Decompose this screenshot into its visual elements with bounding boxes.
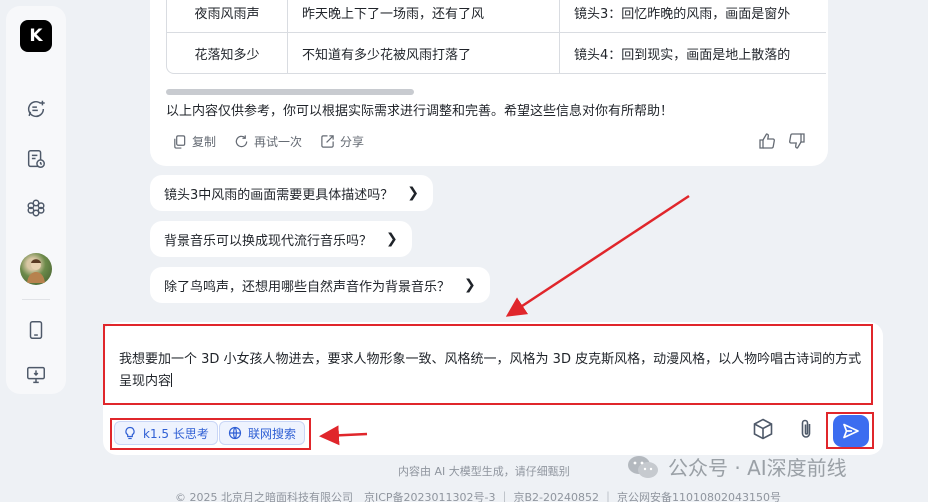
sidebar-divider [22, 299, 50, 300]
annotation-frame-input [103, 324, 873, 405]
annotation-frame-toggles [110, 418, 311, 450]
suggestion-item[interactable]: 背景音乐可以换成现代流行音乐吗？ ❯ [150, 221, 412, 257]
avatar[interactable] [20, 253, 52, 285]
table-cell: 不知道有多少花被风雨打落了 [288, 33, 560, 74]
annotation-frame-send [826, 412, 874, 449]
retry-label: 再试一次 [254, 135, 303, 149]
feedback-buttons [758, 132, 806, 150]
suggestion-item[interactable]: 镜头3中风雨的画面需要更具体描述吗？ ❯ [150, 175, 434, 211]
chevron-right-icon: ❯ [464, 277, 476, 293]
kimi-logo[interactable]: K [20, 20, 52, 52]
refresh-icon [235, 135, 248, 148]
assistant-response-card: 夜雨风雨声 昨天晚上下了一场雨，还有了风 镜头3：回忆昨晚的风雨，画面是窗外 花… [150, 0, 828, 166]
retry-button[interactable]: 再试一次 [234, 133, 302, 150]
storyboard-table: 夜雨风雨声 昨天晚上下了一场雨，还有了风 镜头3：回忆昨晚的风雨，画面是窗外 花… [166, 0, 826, 74]
share-label: 分享 [340, 135, 365, 149]
suggestion-text: 镜头3中风雨的画面需要更具体描述吗？ [164, 187, 394, 203]
table-row: 夜雨风雨声 昨天晚上下了一场雨，还有了风 镜头3：回忆昨晚的风雨，画面是窗外 [166, 0, 826, 33]
chevron-right-icon: ❯ [407, 185, 420, 201]
copy-button[interactable]: 复制 [172, 133, 216, 150]
table-cell: 镜头3：回忆昨晚的风雨，画面是窗外 [560, 0, 826, 33]
copyright-notice: © 2025 北京月之暗面科技有限公司 京ICP备2023011302号-3 ｜… [175, 491, 781, 502]
history-icon[interactable] [24, 147, 48, 171]
share-icon [321, 135, 334, 148]
ai-disclaimer: 内容由 AI 大模型生成，请仔细甄别 [398, 465, 570, 478]
thumbs-down-icon[interactable] [788, 132, 806, 150]
wechat-icon [628, 455, 658, 478]
attachment-icon[interactable] [793, 416, 819, 442]
share-button[interactable]: 分享 [320, 133, 364, 150]
wechat-watermark: 公众号 · AI深度前线 [626, 452, 847, 481]
copy-icon [174, 135, 186, 149]
watermark-text: 公众号 · AI深度前线 [668, 456, 847, 480]
thumbs-up-icon[interactable] [758, 132, 776, 150]
desktop-icon[interactable] [24, 363, 48, 387]
table-cell: 夜雨风雨声 [166, 0, 288, 33]
copy-label: 复制 [192, 135, 217, 149]
explore-icon[interactable] [24, 196, 48, 220]
response-closing-note: 以上内容仅供参考，你可以根据实际需求进行调整和完善。希望这些信息对你有所帮助！ [166, 104, 674, 119]
cube-icon[interactable] [750, 416, 776, 442]
table-cell: 镜头4：回到现实，画面是地上散落的 [560, 33, 826, 74]
table-cell: 花落知多少 [166, 33, 288, 74]
table-horizontal-scrollbar[interactable] [166, 89, 414, 95]
suggestion-text: 除了鸟鸣声，还想用哪些自然声音作为背景音乐？ [164, 279, 451, 295]
phone-icon[interactable] [24, 318, 48, 342]
annotation-arrow [505, 194, 690, 317]
suggestion-item[interactable]: 除了鸟鸣声，还想用哪些自然声音作为背景音乐？ ❯ [150, 267, 490, 303]
table-cell: 昨天晚上下了一场雨，还有了风 [288, 0, 560, 33]
table-row: 花落知多少 不知道有多少花被风雨打落了 镜头4：回到现实，画面是地上散落的 [166, 33, 826, 74]
response-actions: 复制 再试一次 分享 [172, 133, 364, 150]
sidebar: K [6, 6, 66, 394]
suggestion-text: 背景音乐可以换成现代流行音乐吗？ [164, 233, 373, 249]
chevron-right-icon: ❯ [386, 231, 398, 247]
new-chat-icon[interactable] [24, 97, 48, 121]
